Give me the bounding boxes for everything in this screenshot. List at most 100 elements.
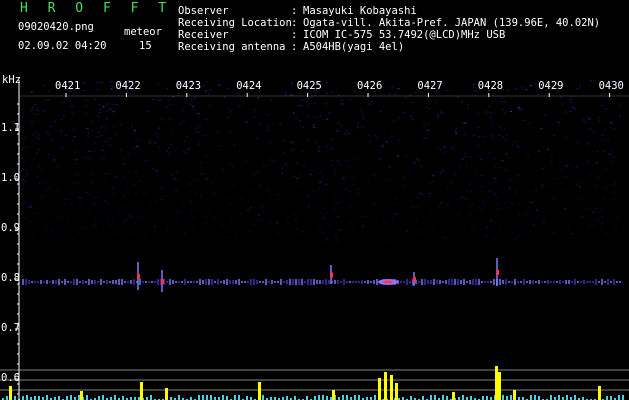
noise-dot [256,138,259,140]
noise-dot [451,148,454,150]
noise-dot [509,188,511,190]
noise-dot [176,209,179,211]
band-segment [166,281,168,283]
noise-dot [62,115,65,117]
noise-dot [268,141,271,143]
meteor-head [496,270,499,275]
noise-dot [489,220,492,222]
noise-dot [597,221,600,223]
signal-trace [238,395,240,400]
noise-dot [169,129,172,131]
noise-dot [43,110,46,112]
noise-dot [324,103,327,105]
noise-dot [553,197,556,199]
noise-dot [516,147,519,148]
signal-spike [80,391,83,400]
noise-dot [106,103,109,105]
band-segment [325,279,327,285]
signal-trace [502,395,504,400]
noise-dot [47,90,50,92]
noise-dot [406,230,409,232]
noise-dot [590,80,592,82]
noise-dot [397,212,400,214]
noise-dot [218,84,221,86]
noise-dot [308,207,310,209]
noise-dot [54,121,57,123]
noise-dot [299,104,302,106]
signal-trace [38,396,40,400]
noise-dot [566,165,568,166]
noise-dot [29,203,32,205]
noise-dot [498,126,501,128]
signal-trace [606,396,608,400]
band-segment [550,281,552,283]
noise-dot [421,230,424,232]
noise-dot [293,219,296,221]
noise-dot [429,193,431,195]
band-segment [595,279,597,285]
noise-dot [583,209,586,211]
band-segment [523,279,525,285]
noise-dot [540,128,543,130]
signal-trace [342,395,344,400]
noise-dot [106,203,109,204]
noise-dot [351,225,354,227]
noise-dot [589,175,592,177]
noise-dot [499,101,502,103]
noise-dot [283,151,286,153]
noise-dot [488,190,490,192]
noise-dot [477,127,480,128]
band-segment [367,280,369,284]
noise-dot [87,132,90,134]
noise-dot [175,190,177,192]
noise-dot [245,121,248,122]
noise-dot [310,96,313,98]
noise-dot [205,223,208,224]
noise-dot [349,205,352,207]
band-segment [349,281,351,283]
noise-dot [235,233,238,235]
band-segment [526,281,528,283]
noise-dot [324,212,327,214]
signal-trace [26,395,28,400]
noise-dot [564,137,567,139]
signal-spike [332,390,335,400]
noise-dot [494,177,497,179]
noise-dot [321,178,324,180]
noise-dot [319,115,322,117]
noise-dot [610,122,613,124]
band-segment [193,281,195,283]
noise-dot [88,150,91,152]
noise-dot [270,223,273,225]
noise-dot [477,144,480,146]
noise-dot [540,187,543,189]
noise-dot [109,137,112,139]
band-segment [601,279,603,285]
noise-dot [505,169,508,171]
noise-dot [488,151,491,153]
noise-dot [295,234,298,236]
noise-dot [356,158,359,159]
noise-dot [299,185,302,187]
noise-dot [458,214,461,216]
noise-dot [416,219,419,221]
noise-dot [525,89,528,91]
noise-dot [561,103,564,105]
signal-trace [14,396,16,400]
noise-dot [336,239,339,241]
noise-dot [372,203,375,205]
band-segment [598,281,600,283]
noise-dot [584,121,587,123]
noise-dot [187,148,190,150]
noise-dot [84,99,87,101]
noise-dot [514,237,517,239]
noise-dot [165,106,168,108]
noise-dot [182,121,185,123]
band-segment [37,281,39,283]
noise-dot [34,104,37,106]
noise-dot [557,122,560,124]
signal-trace [150,395,152,400]
noise-dot [589,117,592,119]
noise-dot [281,167,284,169]
band-segment [28,280,30,284]
